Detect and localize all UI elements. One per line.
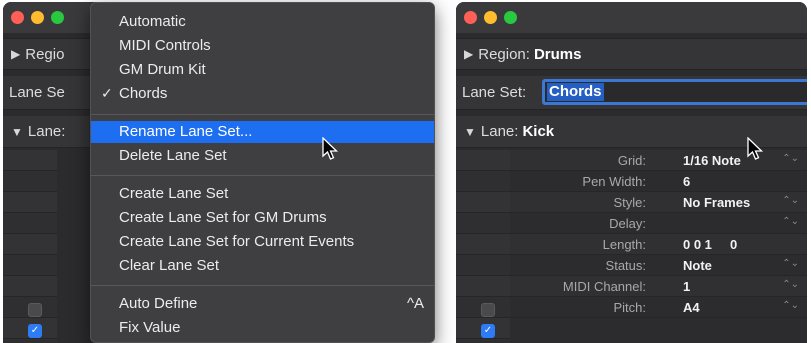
menu-separator <box>91 175 434 176</box>
stepper-icon[interactable]: ⌃⌄ <box>782 300 799 311</box>
inspector-window-right: ▶ Region: Drums Lane Set: Chords ▼ Lane:… <box>456 2 807 343</box>
region-name: Drums <box>533 45 582 63</box>
disclosure-closed-icon[interactable]: ▶ <box>11 47 20 61</box>
lane-checkbox-checked[interactable]: ✓ <box>28 324 42 338</box>
menu-item-automatic[interactable]: Automatic <box>91 11 434 33</box>
lane-list-row <box>456 234 510 255</box>
region-label: Regio <box>25 45 65 63</box>
lane-list-row <box>456 255 510 276</box>
lane-set-popup-menu: Automatic MIDI Controls GM Drum Kit ✓ Ch… <box>90 2 435 343</box>
lane-list-row <box>3 276 57 297</box>
lane-label: Lane: <box>480 123 519 140</box>
lane-list-row <box>3 255 57 276</box>
close-window-button[interactable] <box>11 11 24 24</box>
lane-list-row <box>456 150 510 171</box>
close-window-button[interactable] <box>464 11 477 24</box>
lane-set-name-selected-text[interactable]: Chords <box>547 83 604 101</box>
lane-list-row <box>3 213 57 234</box>
mouse-pointer-icon <box>747 137 764 160</box>
menu-item-create-lane-set[interactable]: Create Lane Set <box>91 183 434 205</box>
lane-list-row <box>456 171 510 192</box>
minimize-window-button[interactable] <box>31 11 44 24</box>
mouse-pointer-icon <box>322 137 339 160</box>
zoom-window-button[interactable] <box>51 11 64 24</box>
menu-item-delete-lane-set[interactable]: Delete Lane Set <box>91 145 434 167</box>
stepper-icon[interactable]: ⌃⌄ <box>782 195 799 206</box>
menu-separator <box>91 114 434 115</box>
menu-item-midi-controls[interactable]: MIDI Controls <box>91 35 434 57</box>
param-row-style[interactable]: Style: No Frames ⌃⌄ <box>510 192 807 213</box>
param-row-delay[interactable]: Delay: ⌃⌄ <box>510 213 807 234</box>
menu-item-auto-define[interactable]: Auto Define ^A <box>91 293 434 315</box>
menu-separator <box>91 285 434 286</box>
param-row-pen-width[interactable]: Pen Width: 6 <box>510 171 807 192</box>
lane-name: Kick <box>522 123 555 140</box>
disclosure-open-icon[interactable]: ▼ <box>464 125 476 139</box>
region-label: Region: <box>478 45 530 63</box>
menu-item-create-lane-set-gm-drums[interactable]: Create Lane Set for GM Drums <box>91 207 434 229</box>
lane-list-row <box>456 276 510 297</box>
shortcut-label: ^A <box>406 295 424 312</box>
lane-parameters-list: Grid: 1/16 Note ⌃⌄ Pen Width: 6 Style: N… <box>510 150 807 343</box>
param-row-length[interactable]: Length: 0 0 1 0 <box>510 234 807 255</box>
stepper-icon[interactable]: ⌃⌄ <box>782 279 799 290</box>
lane-label: Lane: <box>27 123 66 140</box>
title-bar <box>456 2 807 33</box>
lane-list-row <box>3 150 57 171</box>
menu-item-create-lane-set-current-events[interactable]: Create Lane Set for Current Events <box>91 231 434 253</box>
param-row-midi-channel[interactable]: MIDI Channel: 1 ⌃⌄ <box>510 276 807 297</box>
disclosure-closed-icon[interactable]: ▶ <box>464 47 473 61</box>
param-row-pitch[interactable]: Pitch: A4 ⌃⌄ <box>510 297 807 318</box>
lane-set-name-field[interactable]: Chords <box>542 79 807 105</box>
menu-item-gm-drum-kit[interactable]: GM Drum Kit <box>91 59 434 81</box>
menu-item-clear-lane-set[interactable]: Clear Lane Set <box>91 255 434 277</box>
region-header[interactable]: ▶ Region: Drums <box>456 38 807 70</box>
lane-set-label: Lane Se <box>9 84 65 101</box>
lane-list-row <box>3 171 57 192</box>
menu-item-rename-lane-set[interactable]: Rename Lane Set... <box>91 121 434 143</box>
stepper-icon[interactable]: ⌃⌄ <box>782 153 799 164</box>
lane-set-label: Lane Set: <box>462 84 527 101</box>
lane-checkbox-checked[interactable]: ✓ <box>481 324 495 338</box>
checkmark-icon: ✓ <box>101 85 113 101</box>
menu-item-chords[interactable]: ✓ Chords <box>91 83 434 105</box>
lane-checkbox[interactable] <box>481 303 495 317</box>
zoom-window-button[interactable] <box>504 11 517 24</box>
disclosure-open-icon[interactable]: ▼ <box>11 125 23 139</box>
lane-list-row <box>3 234 57 255</box>
stepper-icon[interactable]: ⌃⌄ <box>782 216 799 227</box>
lane-checkbox[interactable] <box>28 303 42 317</box>
lane-list-row <box>456 213 510 234</box>
lane-list-row <box>3 192 57 213</box>
lane-list-row <box>456 192 510 213</box>
menu-item-fix-value[interactable]: Fix Value <box>91 317 434 339</box>
stepper-icon[interactable]: ⌃⌄ <box>782 258 799 269</box>
minimize-window-button[interactable] <box>484 11 497 24</box>
param-row-status[interactable]: Status: Note ⌃⌄ <box>510 255 807 276</box>
